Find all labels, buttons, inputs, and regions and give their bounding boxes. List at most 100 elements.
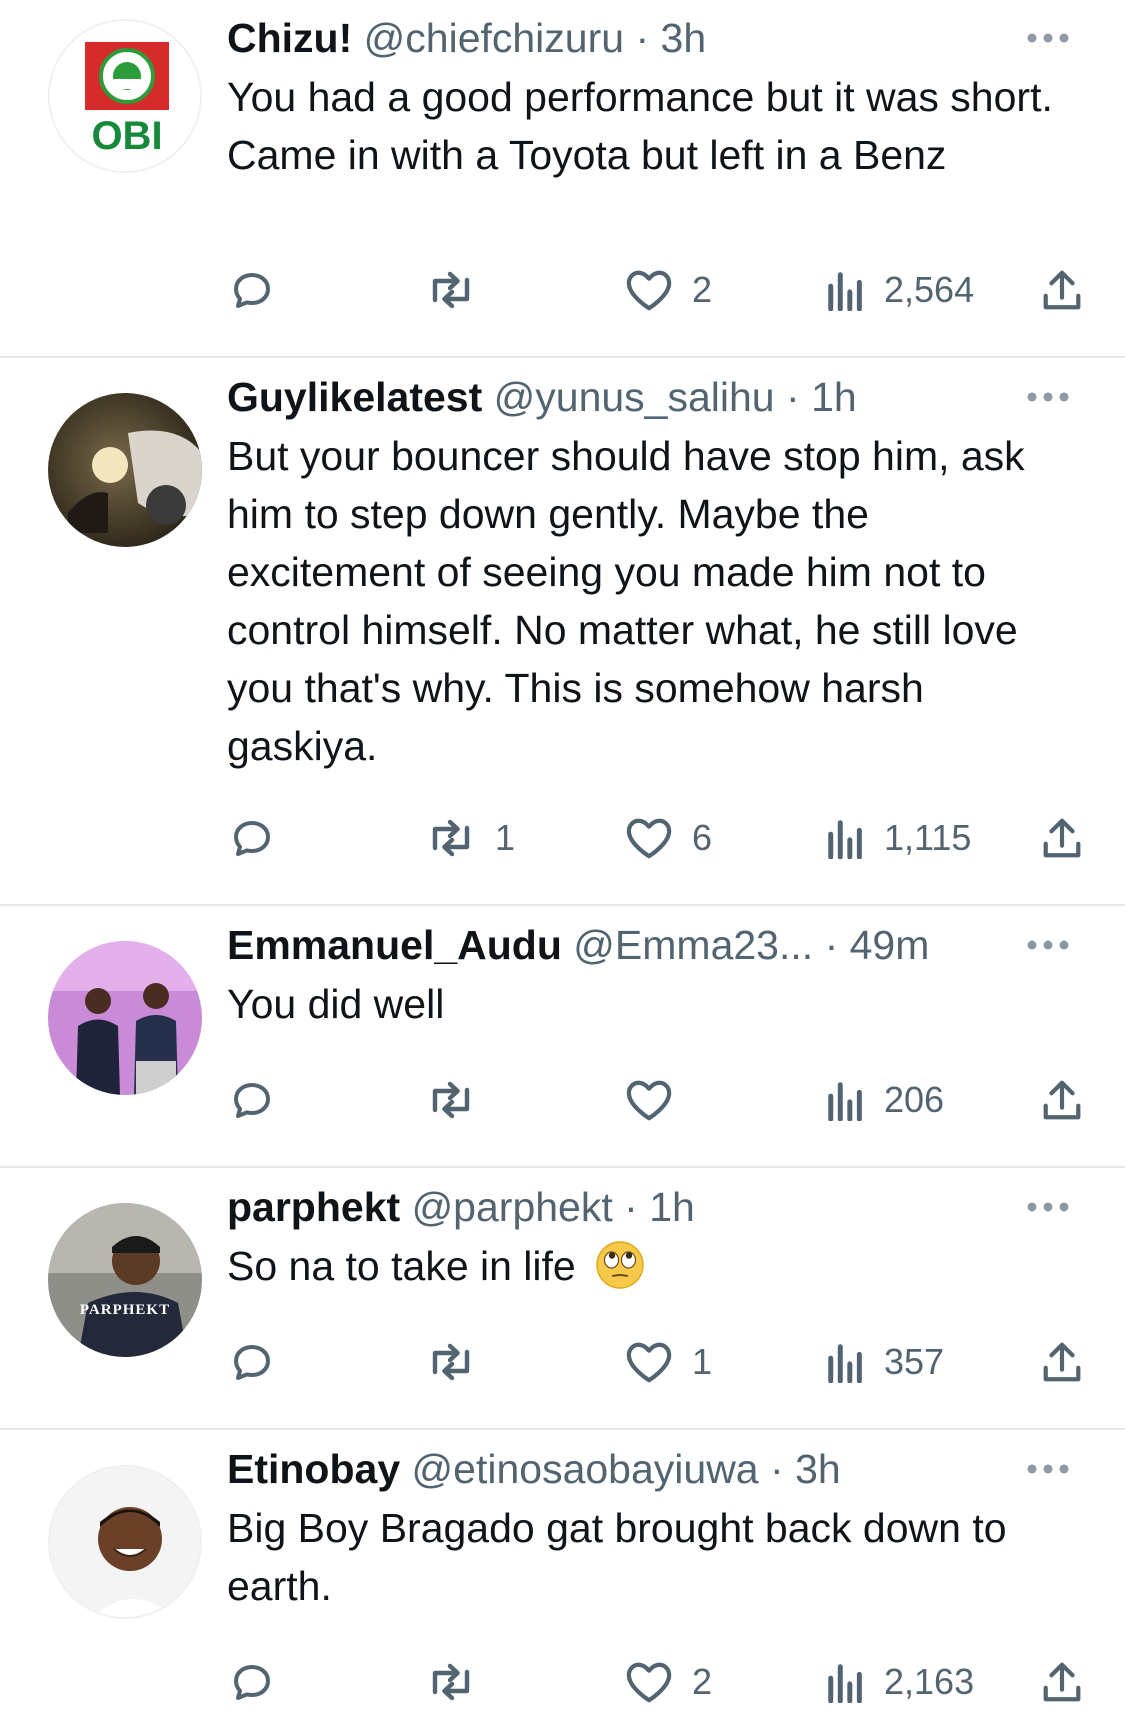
separator-dot: · — [635, 15, 650, 61]
user-handle[interactable]: @chiefchizuru — [364, 15, 624, 61]
avatar[interactable] — [48, 1465, 202, 1619]
retweet-button[interactable] — [425, 1332, 495, 1392]
like-count: 1 — [692, 1341, 713, 1382]
share-button[interactable] — [1040, 260, 1084, 320]
retweet-button[interactable] — [425, 1652, 495, 1712]
views-button[interactable]: 1,115 — [826, 808, 971, 868]
reply-icon — [234, 273, 270, 308]
like-button[interactable] — [624, 1070, 692, 1130]
timestamp[interactable]: 1h — [811, 374, 857, 420]
views-button[interactable]: 357 — [826, 1332, 944, 1392]
display-name[interactable]: Guylikelatest — [227, 374, 482, 420]
user-handle[interactable]: @Emma23... — [573, 922, 813, 968]
separator-dot: · — [824, 922, 839, 968]
separator-dot: · — [786, 374, 800, 420]
tweet-text: You had a good performance but it was sh… — [227, 74, 1053, 178]
like-count: 6 — [692, 817, 713, 858]
share-button[interactable] — [1040, 1070, 1084, 1130]
like-icon — [626, 1080, 672, 1121]
avatar[interactable] — [48, 393, 202, 547]
tweet-text: Big Boy Bragado gat brought back down to… — [227, 1505, 1007, 1609]
view-count: 1,115 — [884, 817, 972, 858]
avatar-photo — [50, 1467, 200, 1617]
action-bar: 2 2,564 — [0, 260, 1125, 320]
tweet-3[interactable]: Emmanuel_Audu @Emma23... · 49m You did w… — [0, 906, 1125, 1166]
display-name[interactable]: Etinobay — [227, 1446, 400, 1492]
more-icon[interactable] — [1026, 939, 1070, 951]
views-icon — [828, 1664, 862, 1703]
like-count: 2 — [692, 1661, 713, 1702]
share-button[interactable] — [1040, 1332, 1084, 1392]
tweet-text: So na to take in life — [227, 1243, 576, 1289]
like-icon — [626, 270, 672, 311]
user-handle[interactable]: @parphekt — [412, 1184, 613, 1230]
reply-button[interactable] — [228, 1332, 294, 1392]
like-count: 2 — [692, 269, 713, 310]
share-button[interactable] — [1040, 808, 1084, 868]
action-bar: 2 2,163 — [0, 1652, 1125, 1712]
user-handle[interactable]: @yunus_salihu — [494, 374, 775, 420]
views-icon — [828, 272, 862, 311]
reply-button[interactable] — [228, 808, 294, 868]
display-name[interactable]: Emmanuel_Audu — [227, 922, 562, 968]
like-button[interactable]: 2 — [624, 1652, 712, 1712]
views-button[interactable]: 2,163 — [826, 1652, 974, 1712]
labour-party-logo: OBI — [50, 21, 200, 171]
display-name[interactable]: Chizu! — [227, 15, 352, 61]
more-icon[interactable] — [1026, 391, 1070, 403]
views-icon — [828, 1344, 862, 1383]
reply-button[interactable] — [228, 1652, 294, 1712]
like-icon — [626, 1342, 672, 1383]
reply-button[interactable] — [228, 1070, 294, 1130]
retweet-button[interactable] — [425, 1070, 495, 1130]
view-count: 2,163 — [884, 1661, 975, 1702]
reply-icon — [234, 1665, 270, 1700]
reply-icon — [234, 1083, 270, 1118]
share-icon — [1043, 1080, 1081, 1120]
rolling-eyes-emoji-icon — [596, 1241, 644, 1289]
avatar-photo — [48, 393, 202, 547]
share-icon — [1043, 1342, 1081, 1382]
reply-icon — [234, 821, 270, 856]
display-name[interactable]: parphekt — [227, 1184, 400, 1230]
tweet-2[interactable]: Guylikelatest @yunus_salihu · 1h But you… — [0, 358, 1125, 904]
retweet-button[interactable] — [425, 260, 495, 320]
avatar-label: PARPHEKT — [80, 1302, 170, 1318]
tweet-text: You did well — [227, 981, 445, 1027]
timestamp[interactable]: 49m — [850, 922, 930, 968]
like-button[interactable]: 2 — [624, 260, 712, 320]
timestamp[interactable]: 1h — [649, 1184, 695, 1230]
reply-icon — [234, 1345, 270, 1380]
reply-button[interactable] — [228, 260, 294, 320]
separator-dot: · — [770, 1446, 784, 1492]
timestamp[interactable]: 3h — [795, 1446, 841, 1492]
tweet-1[interactable]: OBI Chizu! @chiefchizuru · 3h You had a … — [0, 0, 1125, 356]
view-count: 357 — [884, 1341, 945, 1382]
views-button[interactable]: 2,564 — [826, 260, 974, 320]
user-handle[interactable]: @etinosaobayiuwa — [412, 1446, 759, 1492]
retweet-icon — [432, 1343, 470, 1381]
retweet-icon — [432, 1081, 470, 1119]
avatar[interactable]: OBI — [48, 19, 202, 173]
tweet-4[interactable]: PARPHEKT parphekt @parphekt · 1h So na t… — [0, 1168, 1125, 1428]
tweet-text-container: So na to take in life — [227, 1237, 1077, 1295]
more-icon[interactable] — [1026, 32, 1070, 44]
views-icon — [828, 1082, 862, 1121]
retweet-button[interactable]: 1 — [425, 808, 515, 868]
avatar-label: OBI — [91, 114, 162, 158]
timestamp[interactable]: 3h — [661, 15, 707, 61]
like-icon — [626, 818, 672, 859]
share-button[interactable] — [1040, 1652, 1084, 1712]
action-bar: 206 — [0, 1070, 1125, 1130]
retweet-icon — [432, 1663, 470, 1701]
like-button[interactable]: 1 — [624, 1332, 712, 1392]
like-icon — [626, 1662, 672, 1703]
more-icon[interactable] — [1026, 1463, 1070, 1475]
retweet-count: 1 — [495, 817, 516, 858]
views-button[interactable]: 206 — [826, 1070, 944, 1130]
tweet-5[interactable]: Etinobay @etinosaobayiuwa · 3h Big Boy B… — [0, 1430, 1125, 1733]
action-bar: 1 6 1,115 — [0, 808, 1125, 868]
more-icon[interactable] — [1026, 1201, 1070, 1213]
view-count: 206 — [884, 1079, 945, 1120]
like-button[interactable]: 6 — [624, 808, 712, 868]
